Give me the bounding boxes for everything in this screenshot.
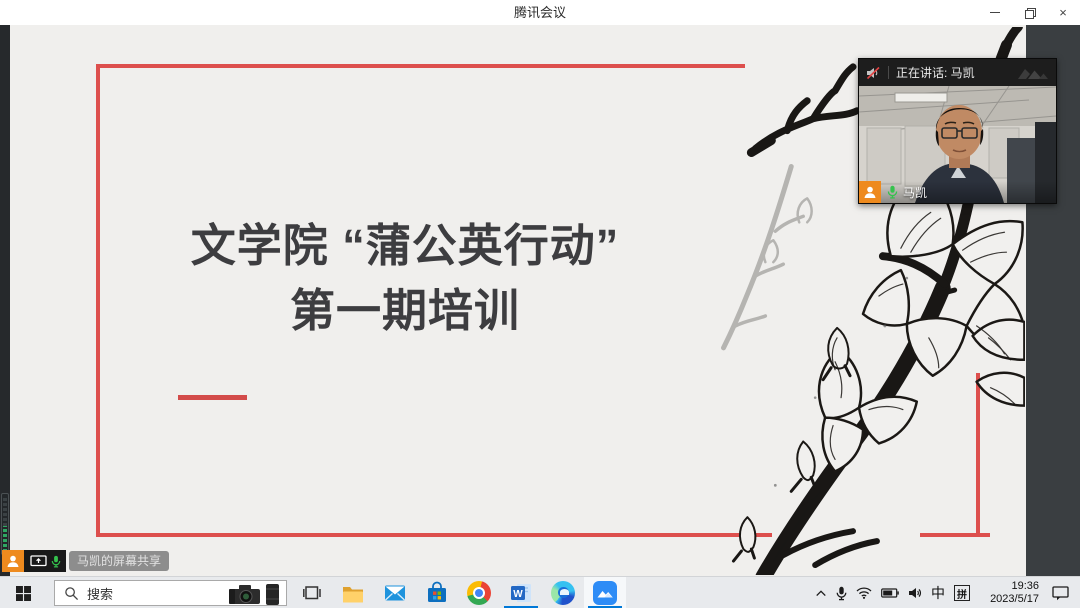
- windows-taskbar: 搜索: [0, 576, 1080, 608]
- minimize-icon: [990, 12, 1000, 13]
- search-icon: [64, 586, 79, 601]
- microphone-icon: [836, 586, 847, 601]
- taskbar-search-input[interactable]: 搜索: [54, 580, 287, 606]
- restore-icon: [1025, 8, 1034, 17]
- tray-mic-button[interactable]: [836, 586, 847, 601]
- action-center-icon: [1052, 586, 1070, 601]
- volume-icon: [908, 587, 922, 599]
- muted-speaker-icon: [866, 66, 881, 80]
- window-title: 腾讯会议: [0, 0, 1080, 25]
- chrome-icon: [467, 581, 491, 605]
- slide-title: 文学院 “蒲公英行动” 第一期培训: [110, 213, 700, 343]
- microsoft-store-button[interactable]: [416, 577, 458, 608]
- mail-icon: [383, 581, 407, 605]
- slide-frame-left: [96, 64, 100, 537]
- header-divider: [888, 66, 889, 79]
- tencent-meeting-window: 腾讯会议 × 文学院 “蒲公英行动” 第一期培训: [0, 0, 1080, 608]
- tencent-meeting-icon: [592, 580, 618, 606]
- wifi-icon: [856, 587, 872, 599]
- minimize-button[interactable]: [978, 0, 1012, 25]
- chevron-up-icon: [815, 588, 827, 598]
- meeting-logo-watermark-icon: [1015, 64, 1049, 81]
- edge-button[interactable]: [542, 577, 584, 608]
- start-button[interactable]: [0, 577, 46, 608]
- tray-clock[interactable]: 19:36 2023/5/17: [979, 580, 1039, 606]
- close-button[interactable]: ×: [1046, 0, 1080, 25]
- camera-photo: [226, 582, 284, 606]
- mic-active-icon: [887, 185, 898, 199]
- file-explorer-icon: [341, 581, 365, 605]
- tray-time: 19:36: [979, 580, 1039, 593]
- window-titlebar: 腾讯会议 ×: [0, 0, 1080, 25]
- tray-date: 2023/5/17: [979, 593, 1039, 606]
- speaker-video-panel[interactable]: 正在讲话: 马凯: [858, 58, 1057, 204]
- restore-button[interactable]: [1012, 0, 1046, 25]
- mic-on-icon: [51, 555, 61, 568]
- system-tray: 中 拼 19:36 2023/5/17: [815, 577, 1080, 608]
- speaker-panel-header: 正在讲话: 马凯: [859, 59, 1056, 86]
- mail-button[interactable]: [374, 577, 416, 608]
- ime-language-indicator[interactable]: 中: [931, 583, 945, 603]
- speaking-status-label: 正在讲话: 马凯: [896, 64, 975, 81]
- window-controls: ×: [978, 0, 1080, 25]
- action-center-button[interactable]: [1052, 586, 1070, 601]
- volume-meter-upper-segments: [3, 496, 7, 526]
- share-banner-label: 马凯的屏幕共享: [69, 551, 169, 571]
- search-placeholder: 搜索: [87, 584, 113, 603]
- tray-battery-button[interactable]: [881, 588, 899, 598]
- word-button[interactable]: W: [500, 577, 542, 608]
- tray-wifi-button[interactable]: [856, 587, 872, 599]
- share-status-icons: [24, 550, 66, 572]
- chrome-button[interactable]: [458, 577, 500, 608]
- task-view-icon: [303, 584, 321, 602]
- video-name-overlay: 马凯: [859, 181, 1056, 203]
- word-icon: W: [509, 581, 533, 605]
- left-sidebar-strip: [0, 25, 10, 576]
- slide-title-line2: 第一期培训: [110, 278, 700, 343]
- file-explorer-button[interactable]: [332, 577, 374, 608]
- ime-pinyin-indicator[interactable]: 拼: [954, 585, 970, 601]
- slide-frame-bottom-left: [96, 533, 772, 537]
- slide-accent-dash: [178, 395, 247, 400]
- microsoft-store-icon: [425, 581, 449, 605]
- slide-title-line1: 文学院 “蒲公英行动”: [110, 213, 700, 278]
- mic-volume-meter: [1, 493, 9, 555]
- svg-text:W: W: [513, 589, 523, 600]
- webcam-video-feed: 马凯: [859, 86, 1056, 203]
- screen-share-icon: [30, 555, 47, 568]
- meeting-stage: 文学院 “蒲公英行动” 第一期培训: [0, 25, 1080, 576]
- speaker-name-badge: 马凯: [903, 184, 927, 201]
- slide-frame-top: [96, 64, 745, 68]
- sharer-avatar-icon: [2, 550, 24, 572]
- task-view-button[interactable]: [292, 577, 332, 608]
- screen-share-banner: 马凯的屏幕共享: [2, 550, 169, 572]
- tray-chevron-button[interactable]: [815, 588, 827, 598]
- participant-avatar-icon: [859, 181, 881, 203]
- edge-icon: [551, 581, 575, 605]
- windows-start-icon: [16, 586, 31, 601]
- tencent-meeting-button[interactable]: [584, 577, 626, 608]
- battery-icon: [881, 588, 899, 598]
- volume-meter-level-segments: [3, 526, 7, 552]
- tray-volume-button[interactable]: [908, 587, 922, 599]
